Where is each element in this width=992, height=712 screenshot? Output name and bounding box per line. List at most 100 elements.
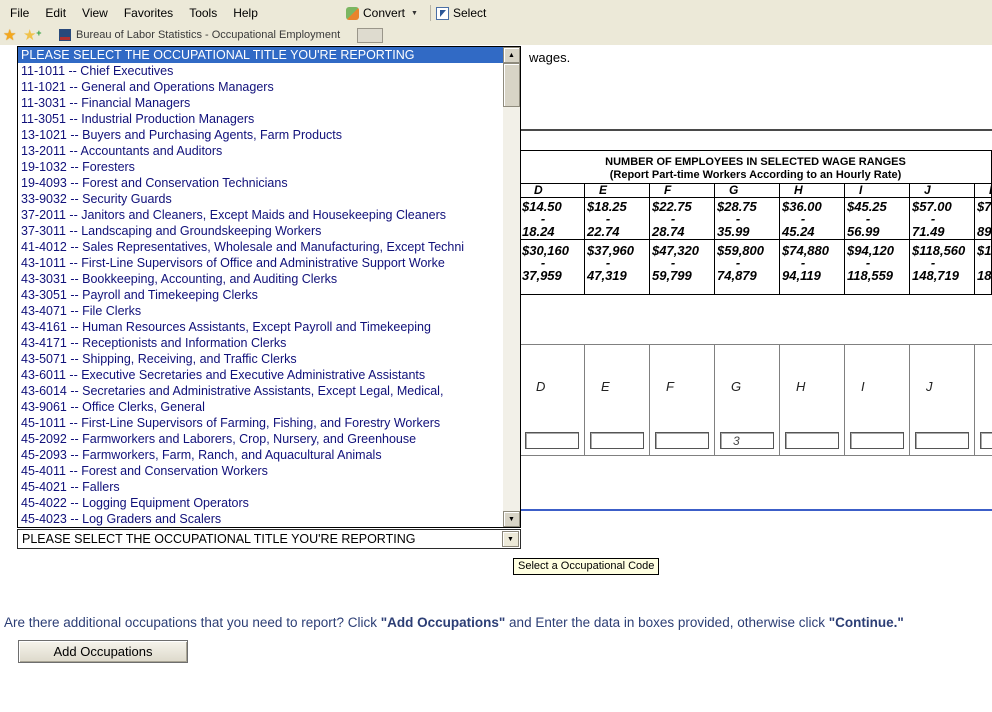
menu-item[interactable]: File [2,6,37,20]
annual-range-cell: $148,720 - 187,199 [975,240,992,294]
entry-column-letter: D [536,379,545,394]
hourly-range-cell: $71.50 - 89.99 [975,198,992,240]
menu-item[interactable]: View [74,6,116,20]
menu-item[interactable]: Help [225,6,266,20]
employee-count-input[interactable] [525,432,579,449]
wage-table-subtitle: (Report Part-time Workers According to a… [520,169,991,182]
occupation-option[interactable]: PLEASE SELECT THE OCCUPATIONAL TITLE YOU… [18,47,503,63]
occupation-option[interactable]: 45-4023 -- Log Graders and Scalers [18,511,503,527]
entry-column-letter: E [601,379,610,394]
add-favorite-star-icon[interactable]: ★+ [23,26,36,45]
occupation-option[interactable]: 11-3031 -- Financial Managers [18,95,503,111]
annual-high-value: 37,959 [522,269,584,282]
scroll-thumb[interactable] [503,63,520,107]
annual-high-value: 187,199 [977,269,992,282]
occupation-option[interactable]: 43-1011 -- First-Line Supervisors of Off… [18,255,503,271]
scroll-up-button[interactable]: ▲ [503,47,520,63]
occupation-option[interactable]: 11-1021 -- General and Operations Manage… [18,79,503,95]
footer-text-bold: "Continue." [829,615,904,630]
employee-count-input[interactable] [850,432,904,449]
occupation-option[interactable]: 45-4011 -- Forest and Conservation Worke… [18,463,503,479]
occupation-option[interactable]: 45-1011 -- First-Line Supervisors of Far… [18,415,503,431]
entry-column: J [910,345,975,455]
convert-caret-icon[interactable]: ▼ [405,10,425,17]
hourly-range-cell: $28.75 - 35.99 [715,198,779,240]
annual-high-value: 59,799 [652,269,714,282]
hourly-high-value: 89.99 [977,225,992,238]
entry-column-letter: I [861,379,865,394]
annual-low-value: $37,960 [587,244,649,257]
employee-count-input[interactable] [655,432,709,449]
wage-column: I $45.25 - 56.99 $94,120 - 118,559 [845,184,910,294]
occupation-option[interactable]: 43-3031 -- Bookkeeping, Accounting, and … [18,271,503,287]
entry-column-letter: J [926,379,933,394]
partial-sentence: wages. [529,50,570,65]
scroll-down-button[interactable]: ▼ [503,511,520,527]
wage-column: H $36.00 - 45.24 $74,880 - 94,119 [780,184,845,294]
occupation-option[interactable]: 19-4093 -- Forest and Conservation Techn… [18,175,503,191]
menu-item[interactable]: Favorites [116,6,181,20]
hourly-range-cell: $45.25 - 56.99 [845,198,909,240]
entry-column: I [845,345,910,455]
wage-column-letter: K [975,184,992,198]
employee-count-input[interactable] [720,432,774,449]
menu-bar: FileEditViewFavoritesToolsHelp Convert ▼… [0,0,992,26]
occupation-option[interactable]: 11-3051 -- Industrial Production Manager… [18,111,503,127]
convert-button[interactable]: Convert [363,6,405,20]
occupation-option[interactable]: 37-2011 -- Janitors and Cleaners, Except… [18,207,503,223]
annual-low-value: $148,720 [977,244,992,257]
wage-column: E $18.25 - 22.74 $37,960 - 47,319 [585,184,650,294]
employee-count-input[interactable] [785,432,839,449]
chevron-down-icon: ▼ [507,536,514,543]
occupation-option[interactable]: 33-9032 -- Security Guards [18,191,503,207]
occupation-option[interactable]: 45-4022 -- Logging Equipment Operators [18,495,503,511]
select-button[interactable]: Select [453,6,486,20]
annual-range-cell: $59,800 - 74,879 [715,240,779,294]
occupation-option[interactable]: 43-5071 -- Shipping, Receiving, and Traf… [18,351,503,367]
wage-column-letter: I [845,184,909,198]
annual-high-value: 118,559 [847,269,909,282]
occupation-option[interactable]: 41-4012 -- Sales Representatives, Wholes… [18,239,503,255]
occupation-option[interactable]: 13-2011 -- Accountants and Auditors [18,143,503,159]
hourly-low-value: $57.00 [912,200,974,213]
hourly-low-value: $71.50 [977,200,992,213]
occupation-option[interactable]: 45-2092 -- Farmworkers and Laborers, Cro… [18,431,503,447]
plus-icon: + [36,24,41,43]
hourly-high-value: 56.99 [847,225,909,238]
occupation-option[interactable]: 43-4161 -- Human Resources Assistants, E… [18,319,503,335]
favorites-star-icon[interactable]: ★ [3,26,16,45]
occupation-option[interactable]: 11-1011 -- Chief Executives [18,63,503,79]
hourly-low-value: $22.75 [652,200,714,213]
occupation-option[interactable]: 13-1021 -- Buyers and Purchasing Agents,… [18,127,503,143]
occupation-option[interactable]: 45-2093 -- Farmworkers, Farm, Ranch, and… [18,447,503,463]
occupation-option[interactable]: 45-4021 -- Fallers [18,479,503,495]
entry-column: D [520,345,585,455]
browser-tab[interactable]: Bureau of Labor Statistics - Occupationa… [76,29,340,41]
occupation-option[interactable]: 43-4171 -- Receptionists and Information… [18,335,503,351]
menu-item[interactable]: Tools [181,6,225,20]
footer-text-bold: "Add Occupations" [381,615,506,630]
menu-item[interactable]: Edit [37,6,74,20]
annual-range-cell: $94,120 - 118,559 [845,240,909,294]
entry-column: F [650,345,715,455]
annual-high-value: 47,319 [587,269,649,282]
occupation-option[interactable]: 43-3051 -- Payroll and Timekeeping Clerk… [18,287,503,303]
add-occupations-button[interactable]: Add Occupations [18,640,188,663]
occupation-option[interactable]: 19-1032 -- Foresters [18,159,503,175]
dropdown-scrollbar[interactable]: ▲ ▼ [503,47,520,527]
hourly-range-cell: $36.00 - 45.24 [780,198,844,240]
hourly-high-value: 71.49 [912,225,974,238]
employee-count-input[interactable] [980,432,992,449]
employee-count-input[interactable] [915,432,969,449]
occupation-option[interactable]: 43-6014 -- Secretaries and Administrativ… [18,383,503,399]
combo-dropdown-button[interactable]: ▼ [502,531,519,547]
occupation-option[interactable]: 43-9061 -- Office Clerks, General [18,399,503,415]
occupation-option[interactable]: 43-4071 -- File Clerks [18,303,503,319]
wage-column: G $28.75 - 35.99 $59,800 - 74,879 [715,184,780,294]
occupation-option[interactable]: 37-3011 -- Landscaping and Groundskeepin… [18,223,503,239]
occupation-option[interactable]: 43-6011 -- Executive Secretaries and Exe… [18,367,503,383]
occupation-select[interactable]: PLEASE SELECT THE OCCUPATIONAL TITLE YOU… [17,529,521,549]
occupation-dropdown: PLEASE SELECT THE OCCUPATIONAL TITLE YOU… [17,46,521,528]
toolbar-box [357,28,383,43]
employee-count-input[interactable] [590,432,644,449]
